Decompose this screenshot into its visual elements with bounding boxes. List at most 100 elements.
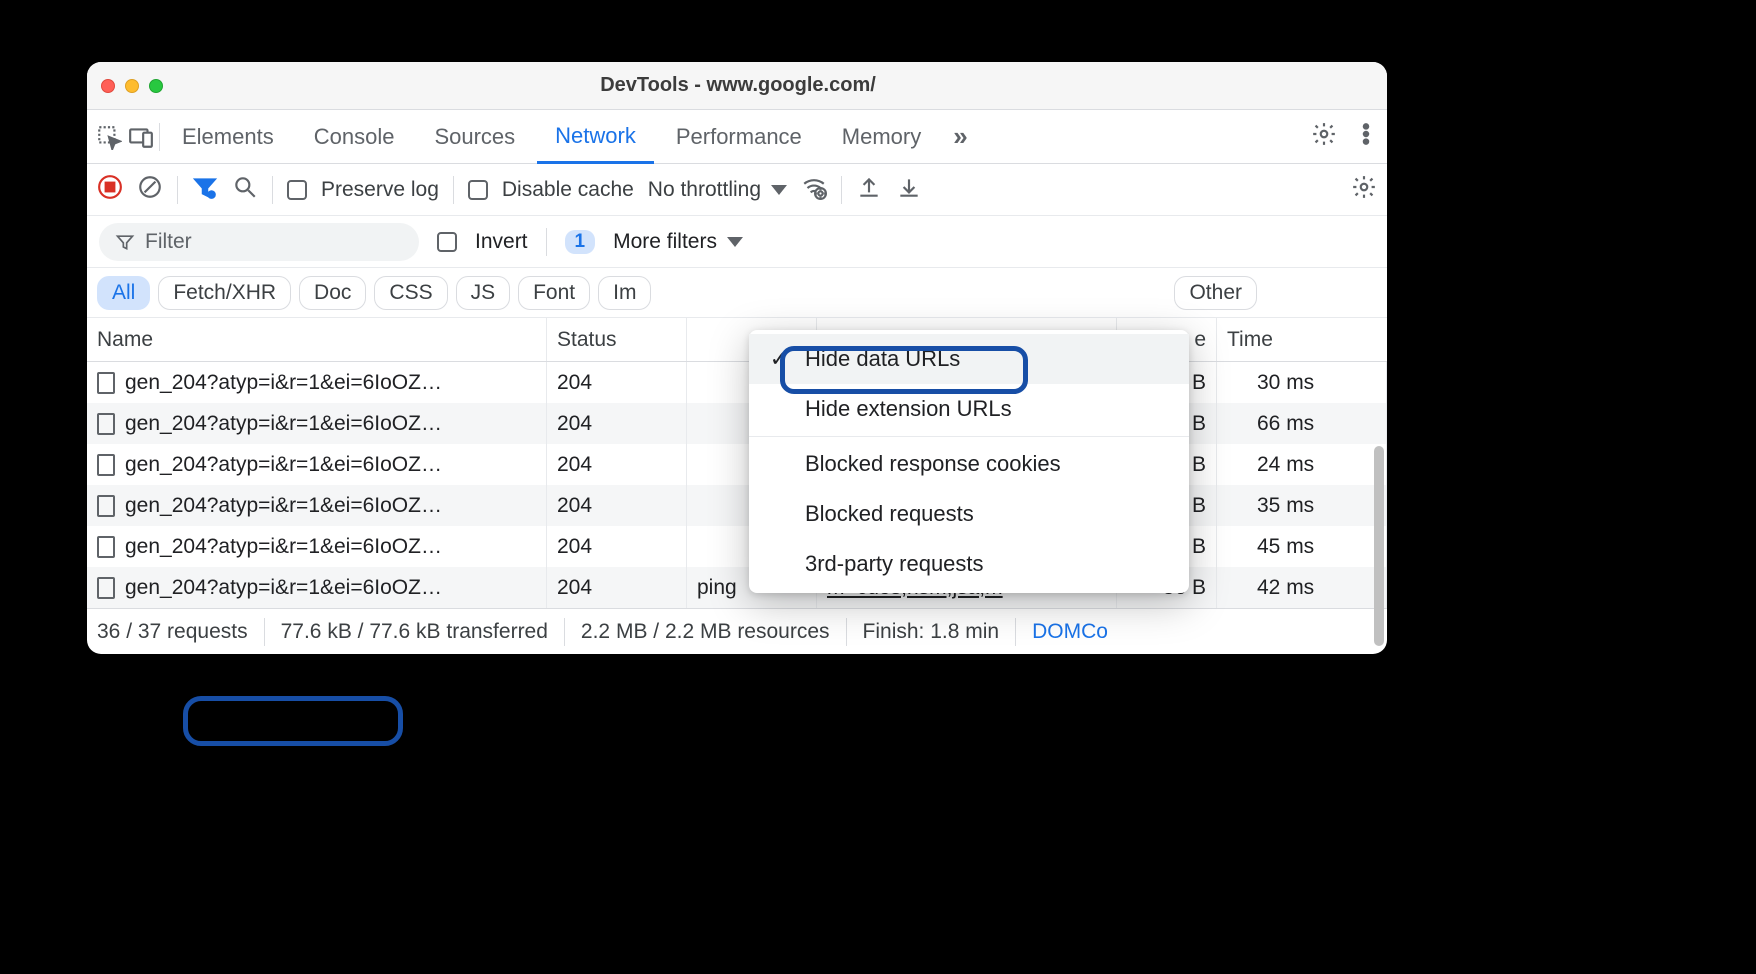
kebab-menu-icon[interactable] [1353, 121, 1379, 152]
chip-fetch-xhr[interactable]: Fetch/XHR [158, 276, 291, 310]
chip-img[interactable]: Im [598, 276, 651, 310]
file-icon [97, 495, 115, 517]
preserve-log-checkbox[interactable] [287, 180, 307, 200]
cell-name: gen_204?atyp=i&r=1&ei=6IoOZ… [125, 412, 442, 436]
search-icon[interactable] [232, 174, 258, 206]
disable-cache-checkbox[interactable] [468, 180, 488, 200]
zoom-window-button[interactable] [149, 79, 163, 93]
check-icon: ✓ [769, 346, 789, 372]
tab-network[interactable]: Network [537, 110, 654, 164]
cell-type: ping [697, 576, 737, 600]
filter-bar: Filter Invert 1 More filters [87, 216, 1387, 268]
scrollbar-thumb[interactable] [1374, 446, 1384, 646]
col-status[interactable]: Status [547, 318, 687, 361]
menu-hide-extension-urls[interactable]: Hide extension URLs [749, 384, 1189, 434]
devtools-window: DevTools - www.google.com/ Elements Cons… [87, 62, 1387, 654]
throttling-value: No throttling [648, 178, 761, 202]
upload-har-icon[interactable] [856, 174, 882, 206]
download-har-icon[interactable] [896, 174, 922, 206]
tab-sources[interactable]: Sources [416, 110, 533, 164]
table-row[interactable]: gen_204?atyp=i&r=1&ei=6IoOZ… 204 36 B 35… [87, 485, 1387, 526]
network-conditions-icon[interactable] [801, 174, 827, 206]
cell-name: gen_204?atyp=i&r=1&ei=6IoOZ… [125, 494, 442, 518]
invert-checkbox[interactable] [437, 232, 457, 252]
status-transferred: 77.6 kB / 77.6 kB transferred [281, 620, 548, 644]
cell-status: 204 [557, 412, 592, 436]
cell-status: 204 [557, 453, 592, 477]
table-row[interactable]: gen_204?atyp=i&r=1&ei=6IoOZ… 204 36 B 45… [87, 526, 1387, 567]
tab-performance[interactable]: Performance [658, 110, 820, 164]
chip-all[interactable]: All [97, 276, 150, 310]
minimize-window-button[interactable] [125, 79, 139, 93]
col-time[interactable]: Time [1217, 318, 1387, 361]
clear-button[interactable] [137, 174, 163, 206]
cell-time: 66 ms [1227, 412, 1314, 436]
settings-icon[interactable] [1311, 121, 1337, 152]
menu-item-label: Hide extension URLs [805, 396, 1012, 422]
window-title: DevTools - www.google.com/ [163, 74, 1313, 97]
cell-status: 204 [557, 494, 592, 518]
table-row[interactable]: gen_204?atyp=i&r=1&ei=6IoOZ… 204 36 B 66… [87, 403, 1387, 444]
cell-time: 42 ms [1227, 576, 1314, 600]
menu-divider [749, 436, 1189, 437]
menu-hide-data-urls[interactable]: ✓ Hide data URLs [749, 334, 1189, 384]
menu-blocked-response-cookies[interactable]: Blocked response cookies [749, 439, 1189, 489]
cell-name: gen_204?atyp=i&r=1&ei=6IoOZ… [125, 535, 442, 559]
file-icon [97, 413, 115, 435]
cell-status: 204 [557, 535, 592, 559]
file-icon [97, 577, 115, 599]
inspect-element-icon[interactable] [95, 124, 123, 150]
file-icon [97, 372, 115, 394]
col-name[interactable]: Name [87, 318, 547, 361]
status-dom-content[interactable]: DOMCo [1032, 620, 1108, 644]
chip-other[interactable]: Other [1174, 276, 1257, 310]
panel-tabs: Elements Console Sources Network Perform… [87, 110, 1387, 164]
annotation-highlight-2 [183, 696, 403, 746]
invert-label: Invert [475, 230, 528, 254]
menu-item-label: Blocked requests [805, 501, 974, 527]
device-toolbar-icon[interactable] [127, 124, 155, 150]
chip-js[interactable]: JS [456, 276, 511, 310]
filter-input[interactable]: Filter [99, 223, 419, 261]
network-settings-icon[interactable] [1351, 174, 1377, 206]
status-bar: 36 / 37 requests 77.6 kB / 77.6 kB trans… [87, 608, 1387, 654]
filter-toggle-icon[interactable] [192, 174, 218, 206]
resource-type-chips: All Fetch/XHR Doc CSS JS Font Im Other [87, 268, 1387, 318]
cell-time: 24 ms [1227, 453, 1314, 477]
file-icon [97, 536, 115, 558]
table-row[interactable]: gen_204?atyp=i&r=1&ei=6IoOZ… 204 ping m=… [87, 567, 1387, 608]
filter-placeholder: Filter [145, 230, 192, 254]
menu-3rd-party-requests[interactable]: 3rd-party requests [749, 539, 1189, 589]
tab-elements[interactable]: Elements [164, 110, 292, 164]
cell-time: 35 ms [1227, 494, 1314, 518]
cell-time: 45 ms [1227, 535, 1314, 559]
request-rows: gen_204?atyp=i&r=1&ei=6IoOZ… 204 50 B 30… [87, 362, 1387, 608]
table-row[interactable]: gen_204?atyp=i&r=1&ei=6IoOZ… 204 50 B 30… [87, 362, 1387, 403]
status-resources: 2.2 MB / 2.2 MB resources [581, 620, 830, 644]
file-icon [97, 454, 115, 476]
status-finish: Finish: 1.8 min [863, 620, 1000, 644]
throttling-select[interactable]: No throttling [648, 178, 787, 202]
tab-memory[interactable]: Memory [824, 110, 939, 164]
tab-console[interactable]: Console [296, 110, 413, 164]
cell-status: 204 [557, 576, 592, 600]
cell-name: gen_204?atyp=i&r=1&ei=6IoOZ… [125, 576, 442, 600]
chip-css[interactable]: CSS [374, 276, 447, 310]
chevron-down-icon [771, 185, 787, 195]
menu-item-label: Hide data URLs [805, 346, 960, 372]
chip-font[interactable]: Font [518, 276, 590, 310]
menu-blocked-requests[interactable]: Blocked requests [749, 489, 1189, 539]
status-requests: 36 / 37 requests [97, 620, 248, 644]
cell-name: gen_204?atyp=i&r=1&ei=6IoOZ… [125, 453, 442, 477]
preserve-log-label: Preserve log [321, 178, 439, 202]
more-tabs-button[interactable]: » [943, 121, 977, 152]
more-filters-dropdown-trigger[interactable]: More filters [613, 230, 743, 254]
record-button[interactable] [97, 174, 123, 206]
traffic-lights [101, 79, 163, 93]
close-window-button[interactable] [101, 79, 115, 93]
more-filters-label: More filters [613, 230, 717, 254]
table-header: Name Status e Time [87, 318, 1387, 362]
chip-doc[interactable]: Doc [299, 276, 366, 310]
more-filters-badge: 1 [565, 230, 596, 254]
table-row[interactable]: gen_204?atyp=i&r=1&ei=6IoOZ… 204 36 B 24… [87, 444, 1387, 485]
